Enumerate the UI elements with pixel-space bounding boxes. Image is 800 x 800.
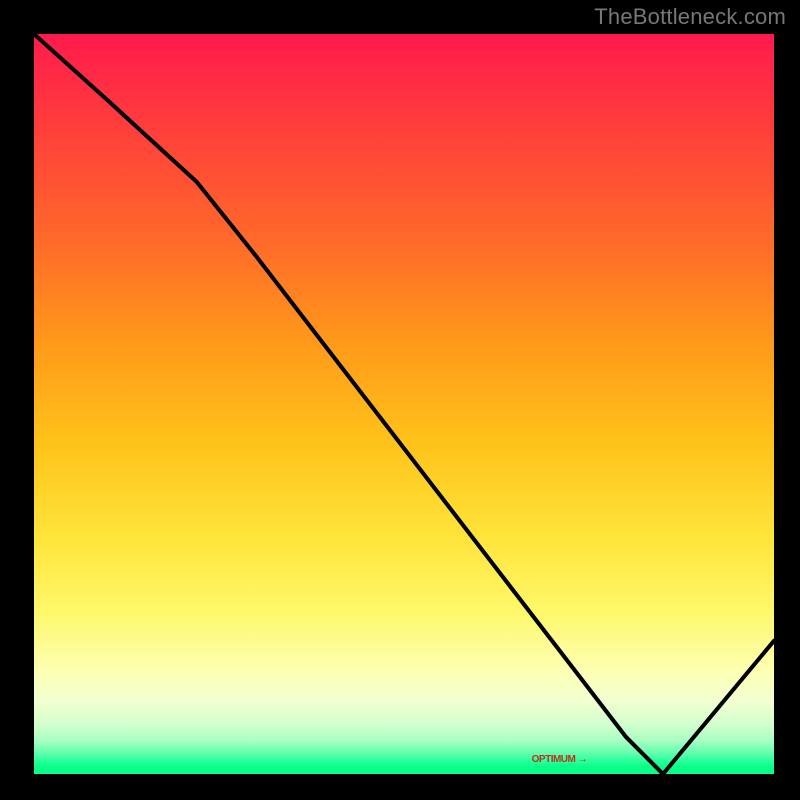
bottleneck-curve bbox=[34, 34, 774, 774]
chart-frame: TheBottleneck.com OPTIMUM → bbox=[0, 0, 800, 800]
optimum-marker-label: OPTIMUM → bbox=[532, 754, 588, 765]
plot-area: OPTIMUM → bbox=[30, 30, 778, 778]
attribution-text: TheBottleneck.com bbox=[594, 4, 786, 30]
